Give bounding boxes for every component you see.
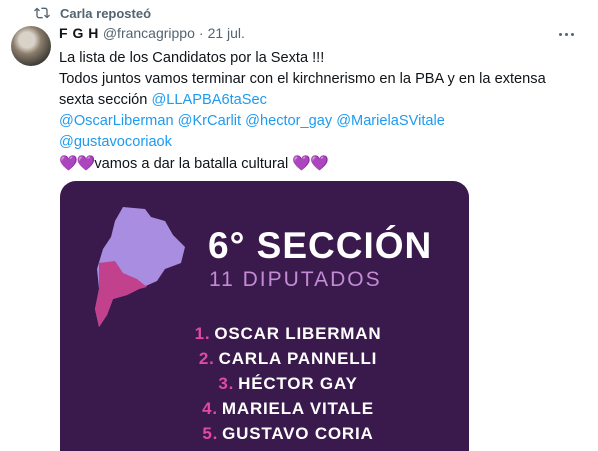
candidate-item: 2. CARLA PANNELLI bbox=[168, 346, 408, 371]
candidate-item: 5. GUSTAVO CORIA bbox=[168, 421, 408, 446]
repost-label: Carla reposteó bbox=[60, 5, 152, 21]
candidate-number: 3. bbox=[218, 373, 235, 393]
card-title: 6° SECCIÓN bbox=[208, 225, 433, 266]
avatar[interactable] bbox=[11, 26, 51, 66]
tweet-closing-line: 💜💜vamos a dar la batalla cultural 💜💜 bbox=[59, 153, 579, 175]
tweet-text: La lista de los Candidatos por la Sexta … bbox=[59, 48, 579, 175]
candidate-name: MARIELA VITALE bbox=[221, 398, 374, 418]
mentions-link[interactable]: @OscarLiberman @KrCarlit @hector_gay @Ma… bbox=[59, 111, 579, 132]
candidate-item: 4. MARIELA VITALE bbox=[168, 396, 408, 421]
tweet-header: F G H @francagrippo · 21 jul. bbox=[59, 25, 245, 41]
header-separator: · bbox=[198, 25, 204, 41]
candidate-number: 5. bbox=[202, 423, 219, 443]
tweet-line-3-text: sexta sección bbox=[59, 92, 148, 108]
candidate-name: OSCAR LIBERMAN bbox=[214, 323, 382, 343]
repost-indicator[interactable]: Carla reposteó bbox=[34, 4, 151, 22]
media-card[interactable]: 6° SECCIÓN 11 DIPUTADOS 1. OSCAR LIBERMAN… bbox=[60, 181, 469, 451]
candidate-item: 1. OSCAR LIBERMAN bbox=[168, 321, 408, 346]
tweet-line-3: sexta sección @LLAPBA6taSec bbox=[59, 90, 579, 111]
purple-heart-icon-right: 💜💜 bbox=[292, 155, 328, 172]
candidate-number: 1. bbox=[194, 323, 211, 343]
repost-icon bbox=[34, 7, 50, 19]
candidate-item: 3. HÉCTOR GAY bbox=[168, 371, 408, 396]
candidate-name: CARLA PANNELLI bbox=[218, 348, 378, 368]
closing-text: vamos a dar la batalla cultural bbox=[94, 156, 289, 172]
author-handle[interactable]: @francagrippo bbox=[103, 25, 195, 41]
hashtag-link[interactable]: @LLAPBA6taSec bbox=[151, 92, 266, 108]
author-name[interactable]: F G H bbox=[59, 25, 99, 41]
purple-heart-icon: 💜💜 bbox=[59, 155, 95, 172]
candidate-number: 4. bbox=[202, 398, 218, 418]
tweet-line-1: La lista de los Candidatos por la Sexta … bbox=[59, 50, 325, 66]
candidate-name: GUSTAVO CORIA bbox=[222, 423, 374, 443]
candidate-number: 2. bbox=[198, 348, 215, 368]
province-map-icon bbox=[95, 207, 185, 327]
more-options-icon[interactable] bbox=[556, 28, 576, 40]
candidate-list: 1. OSCAR LIBERMAN 2. CARLA PANNELLI 3. HÉCT… bbox=[168, 321, 408, 446]
tweet-date[interactable]: 21 jul. bbox=[208, 25, 245, 41]
candidate-name: HÉCTOR GAY bbox=[238, 373, 358, 393]
card-subtitle: 11 DIPUTADOS bbox=[209, 268, 382, 291]
mention-link-last[interactable]: @gustavocoriaok bbox=[59, 132, 579, 153]
tweet-line-2: Todos juntos vamos terminar con el kirch… bbox=[59, 71, 546, 87]
